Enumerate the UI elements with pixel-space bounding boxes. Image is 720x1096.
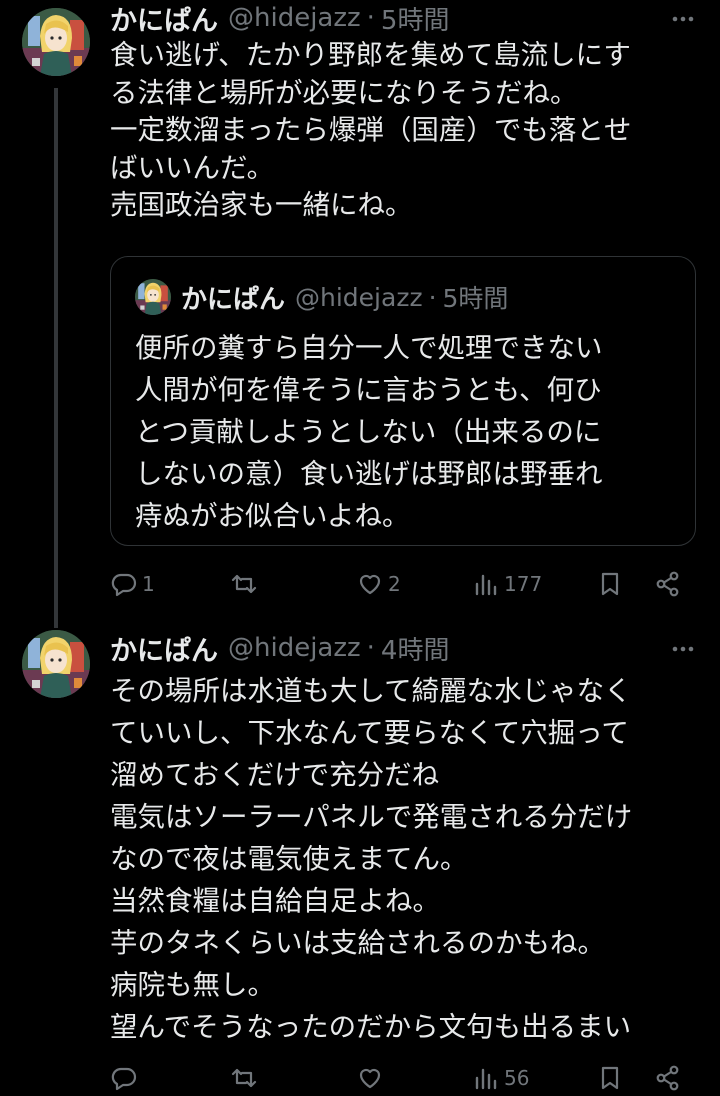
timestamp[interactable]: 4時間: [381, 630, 450, 667]
thread-connector-line: [54, 88, 58, 628]
quoted-tweet-text: 便所の糞すら自分一人で処理できない 人間が何を偉そうに言おうとも、何ひ とつ貢献…: [135, 327, 603, 537]
separator-dot: ·: [366, 3, 375, 33]
quoted-timestamp: 5時間: [442, 284, 509, 313]
retweet-button[interactable]: [230, 1060, 262, 1096]
tweet-text: 食い逃げ、たかり野郎を集めて島流しにす る法律と場所が必要になりそうだね。 一定…: [110, 37, 710, 225]
tweet-text-line: ていいし、下水なんて要らなくて穴掘って: [110, 717, 629, 749]
tweet-action-bar: 1 2 177: [110, 566, 690, 602]
bookmark-icon: [601, 1066, 619, 1090]
retweet-icon: [231, 1068, 257, 1088]
more-icon[interactable]: [670, 636, 696, 662]
timestamp[interactable]: 5時間: [381, 0, 450, 37]
tweet-text-line: る法律と場所が必要になりそうだね。: [110, 76, 578, 109]
bookmark-icon: [601, 572, 619, 596]
tweet-text-line: 芋のタネくらいは支給されるのかもね。: [110, 927, 605, 959]
tweet-text-line: 食い逃げ、たかり野郎を集めて島流しにす: [110, 39, 631, 71]
share-icon: [656, 571, 679, 597]
display-name[interactable]: かにぱん: [110, 0, 218, 38]
views-button[interactable]: 56: [472, 1060, 529, 1096]
user-handle[interactable]: @hidejazz: [228, 3, 361, 33]
quoted-user-handle: @hidejazz: [295, 282, 423, 312]
quoted-text-line: 便所の糞すら自分一人で処理できない: [135, 332, 603, 364]
tweet-text-line: 溜めておくだけで充分だね: [110, 759, 440, 791]
tweet-action-bar: 56: [110, 1060, 690, 1096]
tweet-header: かにぱん @hidejazz · 5時間: [110, 0, 450, 38]
reply-button[interactable]: 1: [110, 566, 155, 602]
tweet-text-line: 売国政治家も一緒にね。: [110, 189, 413, 221]
bookmark-button[interactable]: [596, 566, 624, 602]
tweet-text-line: 病院も無し。: [110, 969, 275, 1001]
quoted-text-line: 痔ぬがお似合いよね。: [135, 500, 410, 532]
quoted-tweet-header: かにぱん @hidejazz · 5時間: [181, 277, 508, 317]
tweet-text-line: 当然食糧は自給自足よね。: [110, 885, 440, 917]
share-button[interactable]: [654, 1060, 682, 1096]
view-count: 56: [504, 1066, 530, 1090]
more-icon[interactable]: [670, 6, 696, 32]
quoted-display-name: かにぱん: [181, 284, 286, 315]
tweet-1[interactable]: かにぱん @hidejazz · 5時間 食い逃げ、たかり野郎を集めて島流しにす…: [0, 0, 720, 628]
separator-dot: ·: [366, 633, 375, 663]
display-name[interactable]: かにぱん: [110, 629, 218, 668]
reply-icon: [111, 1067, 137, 1091]
views-icon: [475, 574, 497, 596]
quoted-avatar: [135, 279, 171, 315]
reply-icon: [111, 573, 137, 597]
quoted-tweet[interactable]: かにぱん @hidejazz · 5時間 便所の糞すら自分一人で処理できない 人…: [110, 256, 696, 546]
tweet-text: その場所は水道も大して綺麗な水じゃなく ていいし、下水なんて要らなくて穴掘って …: [110, 670, 710, 1048]
reply-button[interactable]: [110, 1060, 142, 1096]
tweet-text-line: 一定数溜まったら爆弾（国産）でも落とせ: [110, 114, 632, 146]
tweet-text-line: 望んでそうなったのだから文句も出るまい: [110, 1011, 632, 1043]
tweet-2[interactable]: かにぱん @hidejazz · 4時間 その場所は水道も大して綺麗な水じゃなく…: [0, 620, 720, 1093]
like-button[interactable]: 2: [356, 566, 401, 602]
quoted-text-line: とつ貢献しようとしない（出来るのに: [135, 416, 602, 448]
like-button[interactable]: [356, 1060, 388, 1096]
like-icon: [359, 574, 381, 595]
view-count: 177: [504, 572, 543, 596]
tweet-text-line: ばいいんだ。: [110, 151, 275, 184]
avatar[interactable]: [22, 630, 90, 698]
views-button[interactable]: 177: [472, 566, 542, 602]
tweet-header: かにぱん @hidejazz · 4時間: [110, 629, 450, 668]
avatar[interactable]: [22, 8, 90, 76]
tweet-text-line: 電気はソーラーパネルで発電される分だけ: [110, 801, 633, 833]
reply-count: 1: [142, 572, 155, 596]
tweet-text-line: なので夜は電気使えまてん。: [110, 843, 468, 875]
share-button[interactable]: [654, 566, 682, 602]
like-count: 2: [388, 572, 401, 596]
retweet-button[interactable]: [230, 566, 262, 602]
quoted-text-line: 人間が何を偉そうに言おうとも、何ひ: [135, 374, 602, 406]
user-handle[interactable]: @hidejazz: [228, 633, 361, 663]
like-icon: [359, 1068, 381, 1089]
bookmark-button[interactable]: [596, 1060, 624, 1096]
views-icon: [475, 1068, 497, 1090]
quoted-text-line: しないの意）食い逃げは野郎は野垂れ: [135, 458, 603, 490]
tweet-text-line: その場所は水道も大して綺麗な水じゃなく: [110, 675, 632, 707]
separator-dot: ·: [428, 282, 437, 312]
retweet-icon: [231, 574, 257, 594]
share-icon: [656, 1065, 679, 1091]
